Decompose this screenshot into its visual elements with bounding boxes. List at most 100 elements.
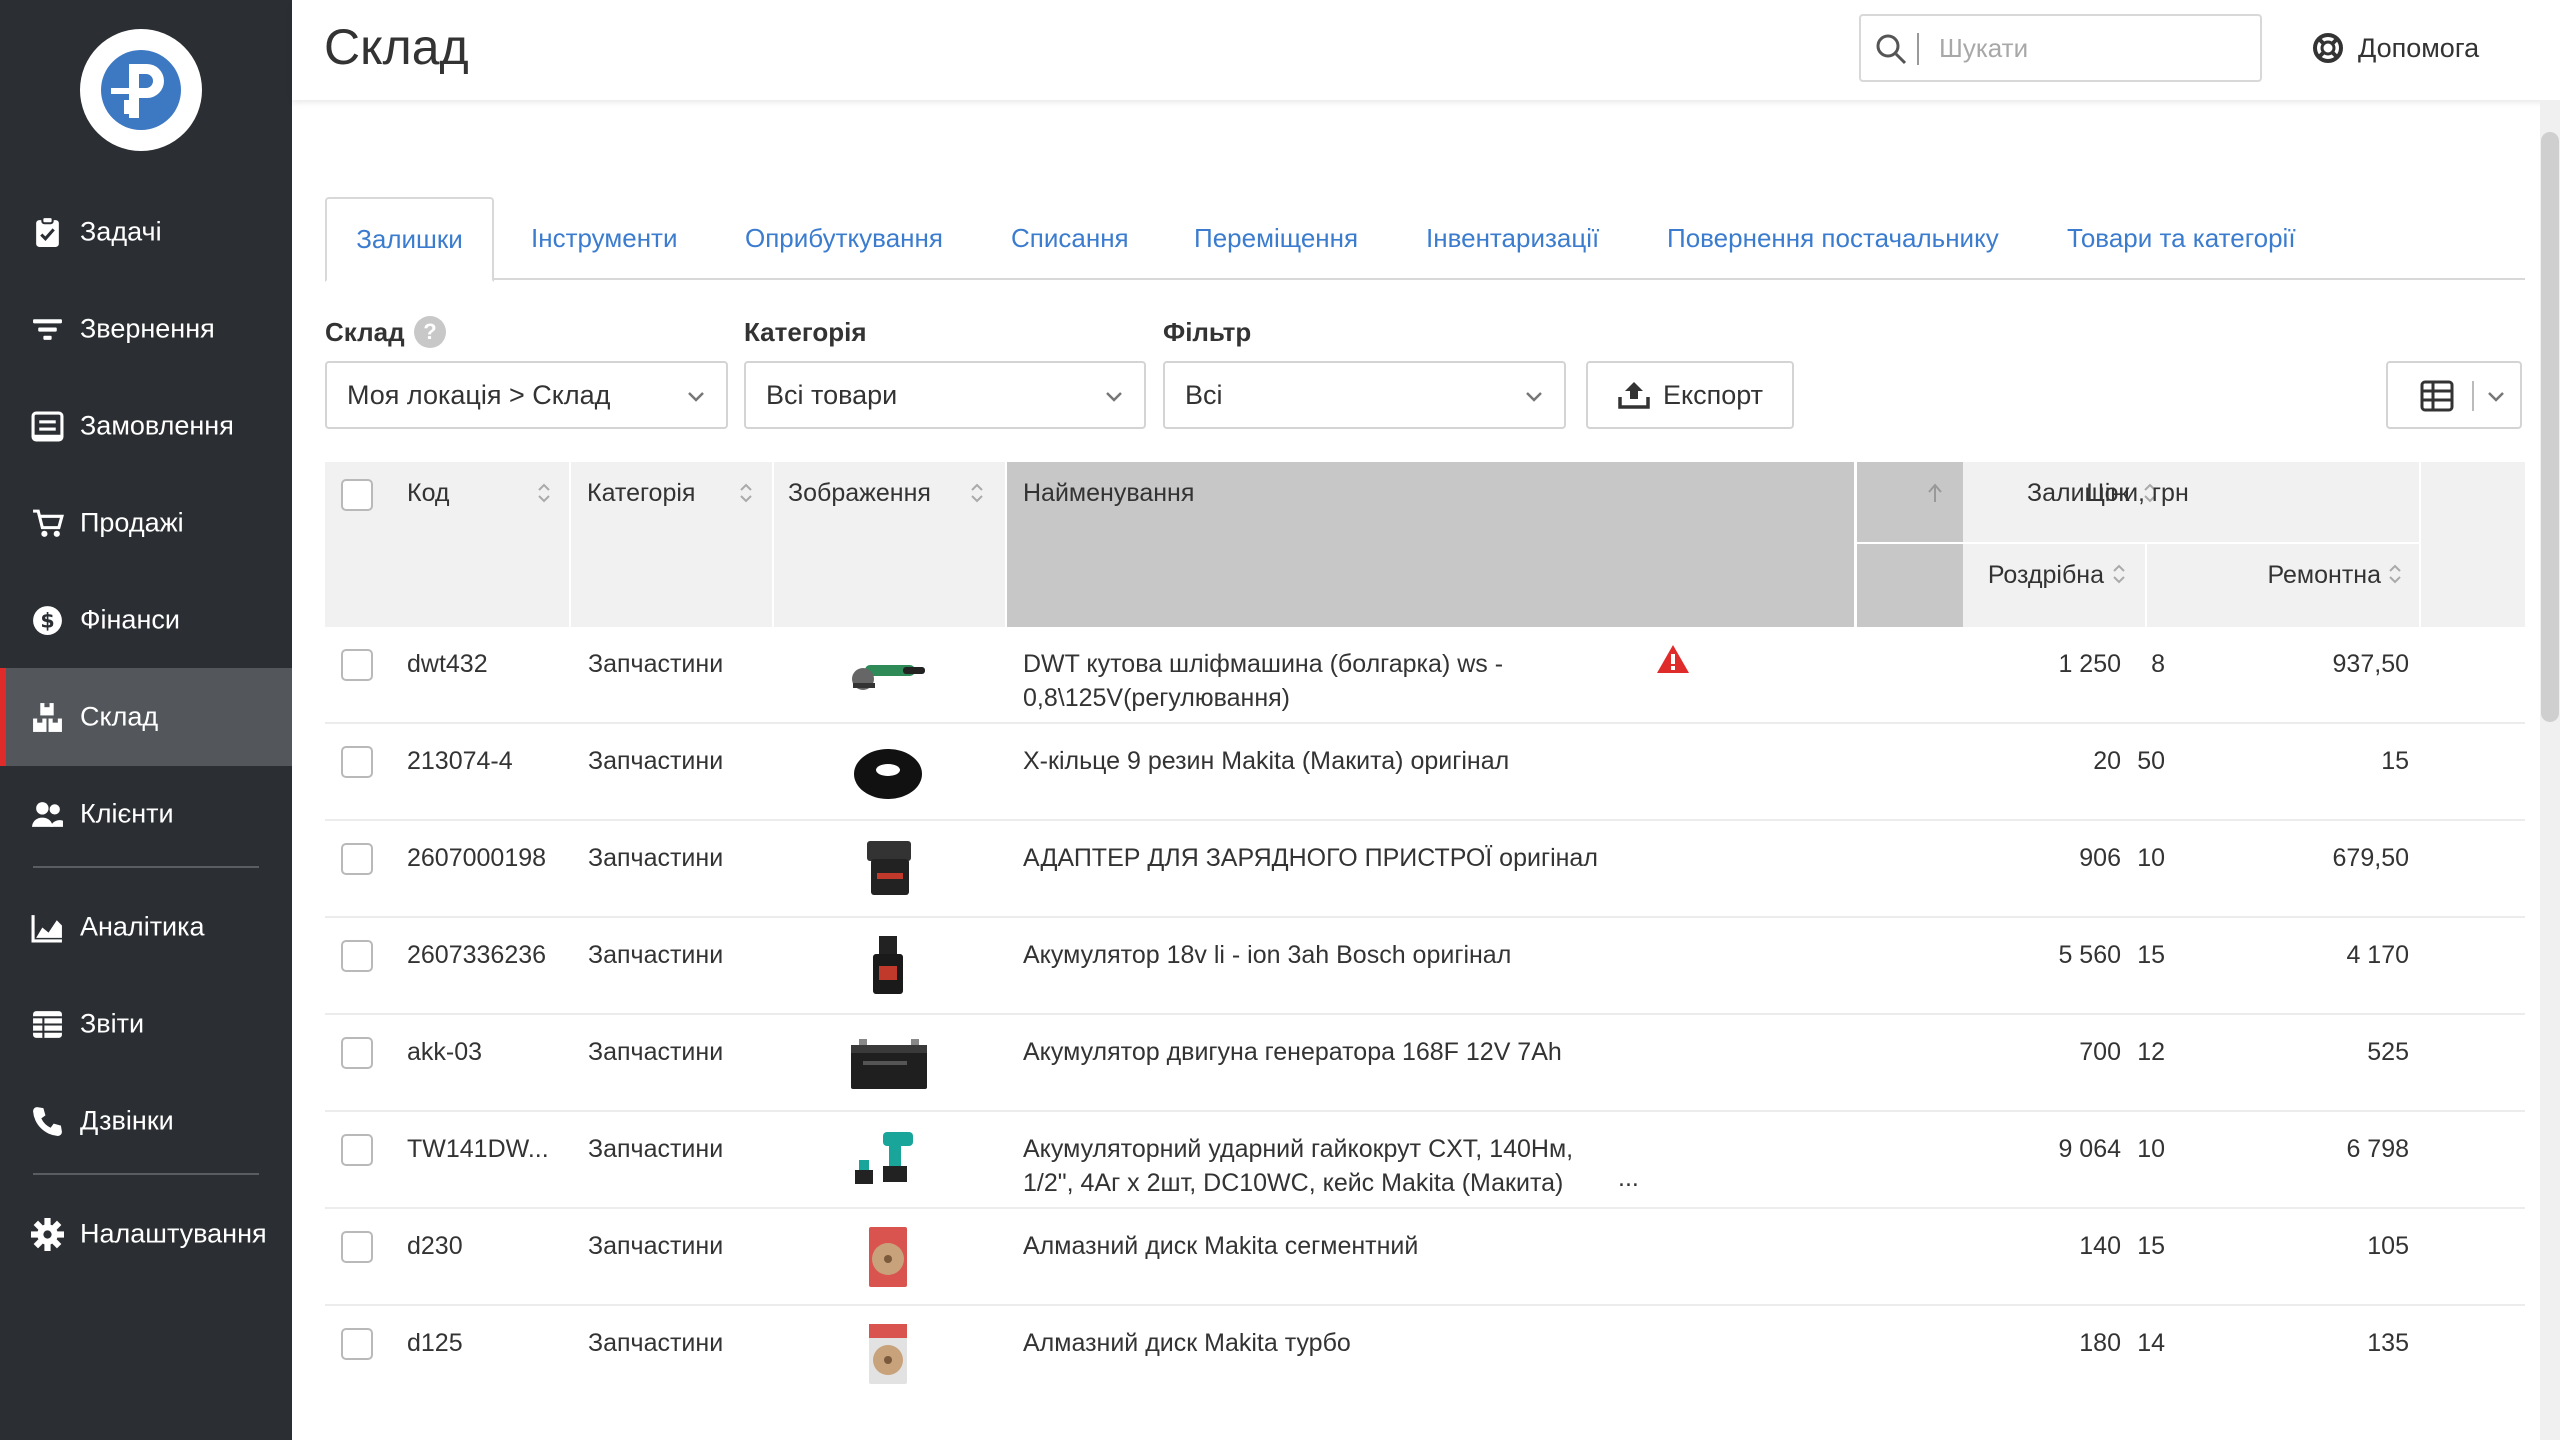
cell-name[interactable]: X-кільце 9 резин Makita (Макита) оригіна… — [1023, 744, 1613, 778]
col-category-header[interactable]: Категорія — [571, 462, 772, 627]
sidebar-item-analytics[interactable]: Аналітика — [0, 878, 292, 976]
tab-inventories[interactable]: Інвентаризації — [1426, 197, 1599, 280]
tab-products-categories[interactable]: Товари та категорії — [2067, 197, 2296, 280]
tab-transfers[interactable]: Переміщення — [1194, 197, 1358, 280]
col-repair-header[interactable]: Ремонтна — [2147, 544, 2419, 627]
row-checkbox[interactable] — [341, 746, 373, 778]
search-input[interactable] — [1939, 28, 2239, 68]
table-row[interactable]: d125 Запчастини Алмазний диск Makita тур… — [325, 1306, 2525, 1403]
product-image-impact-wrench[interactable] — [843, 1124, 933, 1194]
tab-receipts[interactable]: Оприбуткування — [745, 197, 943, 280]
sidebar-item-sales[interactable]: Продажі — [0, 474, 292, 572]
sidebar-item-reports[interactable]: Звіти — [0, 975, 292, 1073]
cell-code[interactable]: 2607336236 — [407, 938, 546, 972]
col-name-header[interactable]: Найменування — [1007, 462, 1963, 627]
cell-code[interactable]: akk-03 — [407, 1035, 482, 1069]
table-row[interactable]: akk-03 Запчастини Акумулятор двигуна ген… — [325, 1015, 2525, 1112]
sidebar-item-clients[interactable]: Клієнти — [0, 765, 292, 863]
search-divider — [1917, 33, 1919, 65]
export-button[interactable]: Експорт — [1586, 361, 1794, 429]
sidebar-item-requests[interactable]: Звернення — [0, 280, 292, 378]
chevron-down-icon — [1106, 392, 1122, 402]
cell-retail-price: 5 560 — [2058, 941, 2121, 969]
scrollbar-thumb[interactable] — [2541, 132, 2559, 722]
row-checkbox[interactable] — [341, 1037, 373, 1069]
view-button-divider — [2472, 381, 2474, 411]
cell-name[interactable]: Алмазний диск Makita сегментний — [1023, 1229, 1613, 1263]
category-select[interactable]: Всі товари — [744, 361, 1146, 429]
cell-name[interactable]: Акумуляторний ударний гайкокрут CXT, 140… — [1023, 1132, 1613, 1200]
select-all-checkbox[interactable] — [341, 479, 373, 511]
category-select-value: Всі товари — [766, 379, 898, 410]
cell-repair-price: 6 798 — [2346, 1135, 2409, 1163]
cell-code[interactable]: dwt432 — [407, 647, 488, 681]
cell-name[interactable]: Акумулятор 18v li - ion 3ah Bosch оригін… — [1023, 938, 1613, 972]
col-image-header[interactable]: Зображення — [774, 462, 1005, 627]
cell-name[interactable]: DWT кутова шліфмашина (болгарка) ws - 0,… — [1023, 647, 1613, 715]
sidebar-item-finance[interactable]: $ Фінанси — [0, 571, 292, 669]
row-checkbox[interactable] — [341, 649, 373, 681]
sidebar-item-label: Аналітика — [80, 911, 205, 942]
sidebar-item-settings[interactable]: Налаштування — [0, 1185, 292, 1283]
cell-category: Запчастини — [588, 941, 724, 969]
search-box[interactable] — [1859, 14, 2262, 82]
filter-select[interactable]: Всі — [1163, 361, 1566, 429]
table-row[interactable]: TW141DW... Запчастини Акумуляторний удар… — [325, 1112, 2525, 1209]
cell-name[interactable]: АДАПТЕР ДЛЯ ЗАРЯДНОГО ПРИСТРОЇ оригінал — [1023, 841, 1613, 875]
tab-supplier-returns[interactable]: Повернення постачальнику — [1667, 197, 1999, 280]
col-label: Ремонтна — [2267, 561, 2381, 589]
row-checkbox[interactable] — [341, 1328, 373, 1360]
col-code-header[interactable]: Код — [391, 462, 570, 627]
help-link[interactable]: Допомога — [2312, 28, 2479, 68]
svg-text:$: $ — [40, 609, 54, 633]
product-image-angle-grinder[interactable] — [843, 639, 933, 709]
product-image-diamond-disc-turbo[interactable] — [843, 1318, 933, 1388]
sidebar-item-orders[interactable]: Замовлення — [0, 377, 292, 475]
warehouse-select-value: Моя локація > Склад — [347, 379, 611, 410]
table-row[interactable]: d230 Запчастини Алмазний диск Makita сег… — [325, 1209, 2525, 1306]
row-checkbox[interactable] — [341, 1231, 373, 1263]
row-checkbox[interactable] — [341, 940, 373, 972]
product-image-diamond-disc-segment[interactable] — [843, 1221, 933, 1291]
chevron-down-icon — [1526, 392, 1542, 402]
row-checkbox[interactable] — [341, 843, 373, 875]
export-label: Експорт — [1662, 379, 1764, 410]
col-retail-header[interactable]: Роздрібна — [1856, 544, 2145, 627]
table-row[interactable]: 213074-4 Запчастини X-кільце 9 резин Mak… — [325, 724, 2525, 821]
phone-icon — [33, 1107, 62, 1136]
table-grid-icon — [2420, 380, 2454, 412]
cell-code[interactable]: 213074-4 — [407, 744, 513, 778]
col-label: Роздрібна — [1987, 561, 2104, 589]
cell-name[interactable]: Алмазний диск Makita турбо — [1023, 1326, 1613, 1360]
col-separator — [2419, 462, 2421, 627]
tab-stock[interactable]: Залишки — [325, 197, 494, 282]
row-checkbox[interactable] — [341, 1134, 373, 1166]
logo-icon — [101, 50, 181, 130]
product-image-rubber-o-ring[interactable] — [843, 736, 933, 806]
cell-code[interactable]: 2607000198 — [407, 841, 546, 875]
sidebar-item-label: Замовлення — [80, 410, 234, 441]
product-image-generator-battery[interactable] — [843, 1027, 933, 1097]
sidebar-item-label: Налаштування — [80, 1218, 267, 1249]
table-row[interactable]: 2607000198 Запчастини АДАПТЕР ДЛЯ ЗАРЯДН… — [325, 821, 2525, 918]
sidebar-item-calls[interactable]: Дзвінки — [0, 1072, 292, 1170]
name-overflow-ellipsis[interactable]: ... — [1618, 1164, 1639, 1193]
cell-name[interactable]: Акумулятор двигуна генератора 168F 12V 7… — [1023, 1035, 1613, 1069]
table-view-button[interactable] — [2386, 361, 2522, 429]
sidebar-item-tasks[interactable]: Задачі — [0, 183, 292, 281]
tab-label: Товари та категорії — [2067, 223, 2296, 253]
table-row[interactable]: dwt432 Запчастини DWT кутова шліфмашина … — [325, 627, 2525, 724]
tab-tools[interactable]: Інструменти — [531, 197, 678, 280]
cell-code[interactable]: d230 — [407, 1229, 463, 1263]
table-row[interactable]: 2607336236 Запчастини Акумулятор 18v li … — [325, 918, 2525, 1015]
cell-code[interactable]: d125 — [407, 1326, 463, 1360]
product-image-charger-adapter[interactable] — [843, 833, 933, 903]
help-badge-icon[interactable]: ? — [414, 316, 446, 348]
cell-repair-price: 679,50 — [2332, 844, 2409, 872]
product-image-battery-pack[interactable] — [843, 930, 933, 1000]
warehouse-select[interactable]: Моя локація > Склад — [325, 361, 728, 429]
sidebar-item-warehouse[interactable]: Склад — [0, 668, 292, 766]
tab-write-offs[interactable]: Списання — [1011, 197, 1129, 280]
logo[interactable] — [80, 29, 202, 151]
cell-code[interactable]: TW141DW... — [407, 1132, 549, 1166]
